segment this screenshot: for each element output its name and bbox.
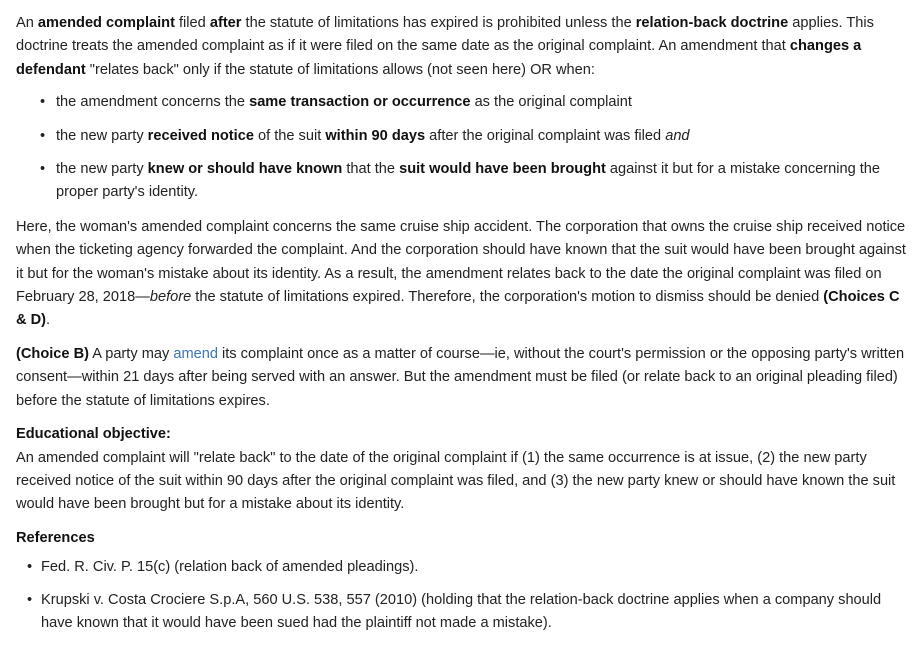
rule-text: the new party	[56, 127, 148, 144]
rule-italic: and	[665, 127, 690, 144]
analysis-text: the statute of limitations expired. Ther…	[191, 289, 824, 306]
intro-bold-relation-back: relation-back doctrine	[635, 15, 789, 31]
rule-text: the amendment concerns the	[56, 94, 250, 111]
relation-back-conditions-list: the amendment concerns the same transact…	[16, 91, 911, 205]
educational-objective-heading: Educational objective:	[16, 423, 911, 446]
list-item: Fed. R. Civ. P. 15(c) (relation back of …	[27, 556, 911, 580]
rule-text: of the suit	[253, 127, 326, 144]
choice-b-label: (Choice B)	[16, 345, 89, 362]
intro-text: An	[16, 15, 38, 31]
rule-text: after the original complaint was filed	[425, 127, 666, 144]
explanation-panel: An amended complaint filed after the sta…	[16, 12, 911, 635]
intro-text: filed	[174, 15, 210, 31]
list-item: the amendment concerns the same transact…	[40, 91, 911, 115]
analysis-paragraph: Here, the woman's amended complaint conc…	[16, 216, 911, 333]
rule-bold: suit would have been brought	[399, 161, 606, 178]
references-list: Fed. R. Civ. P. 15(c) (relation back of …	[16, 556, 911, 635]
intro-bold-after: after	[209, 15, 242, 31]
list-item: Krupski v. Costa Crociere S.p.A, 560 U.S…	[27, 589, 911, 636]
references-heading: References	[16, 527, 911, 550]
intro-text: the statute of limitations has expired i…	[241, 15, 636, 31]
rule-bold: knew or should have known	[147, 161, 343, 178]
references-title: References	[16, 529, 95, 546]
rule-bold: within 90 days	[325, 127, 426, 144]
list-item: the new party knew or should have known …	[40, 158, 911, 205]
choice-b-paragraph: (Choice B) A party may amend its complai…	[16, 343, 911, 413]
analysis-text: .	[46, 312, 51, 329]
intro-bold-amended-complaint: amended complaint	[37, 15, 175, 31]
rule-text: the new party	[56, 161, 148, 178]
rule-bold: received notice	[147, 127, 254, 144]
amend-link[interactable]: amend	[173, 346, 218, 362]
choice-b-text: A party may	[88, 345, 174, 362]
analysis-italic-before: before	[149, 289, 192, 306]
rule-text: as the original complaint	[470, 94, 632, 111]
intro-text: "relates back" only if the statute of li…	[85, 61, 595, 78]
rule-text: that the	[342, 161, 400, 178]
intro-paragraph: An amended complaint filed after the sta…	[16, 12, 911, 82]
educational-objective-text: An amended complaint will "relate back" …	[16, 449, 896, 513]
rule-bold: same transaction or occurrence	[249, 94, 471, 111]
educational-objective-title: Educational objective:	[16, 426, 171, 443]
list-item: the new party received notice of the sui…	[40, 125, 911, 149]
